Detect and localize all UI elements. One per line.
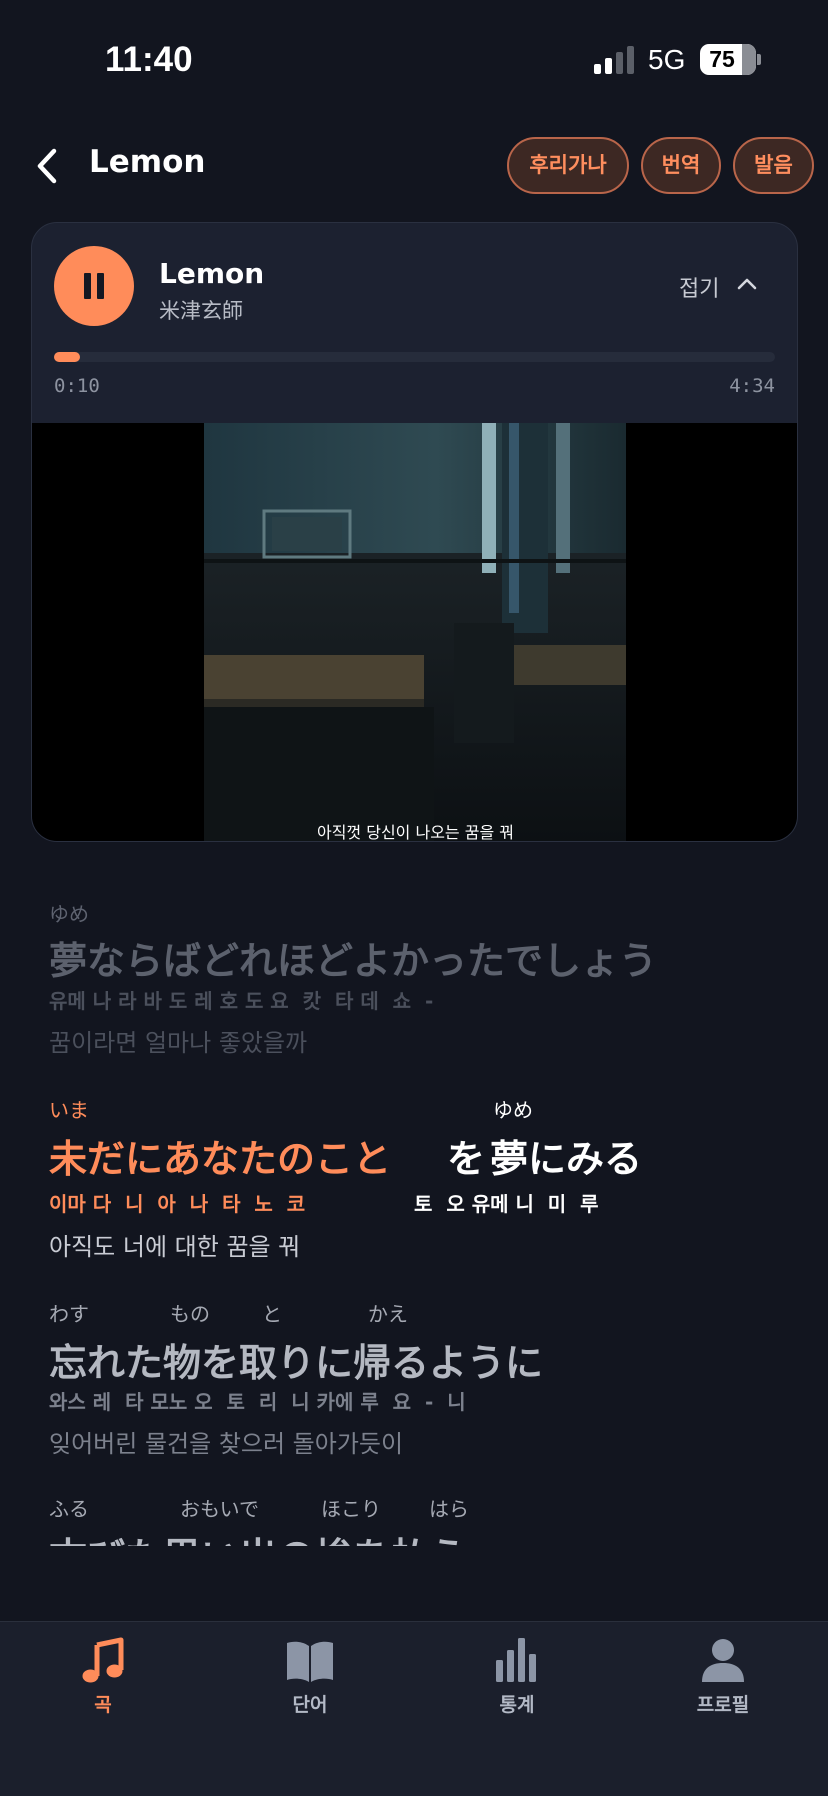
lyric-pronunciation-sung: 이마 다 니 아 나 타 노 코: [49, 1192, 306, 1216]
nav-label: 프로필: [696, 1694, 750, 1716]
lyric-pronunciation: 토 오 유메 니 미 루: [414, 1192, 599, 1216]
bar-chart-icon: [496, 1638, 536, 1682]
music-video[interactable]: 아직껏 당신이 나오는 꿈을 꿔: [32, 423, 797, 842]
nav-label: 단어: [292, 1694, 328, 1716]
furigana-text: わす: [49, 1302, 89, 1326]
lyric-japanese: 夢ならばどれほどよかったでしょう: [49, 939, 658, 983]
battery-tip: [757, 54, 761, 65]
lyric-translation: 꿈이라면 얼마나 좋았을까: [49, 1029, 308, 1057]
video-subtitle: 아직껏 당신이 나오는 꿈을 꿔: [317, 823, 514, 842]
player-card: Lemon 米津玄師 접기 0:10 4:34 아직껏 당신이 나오는 꿈을 꿔: [31, 222, 798, 842]
pause-icon: [84, 273, 91, 299]
furigana-text: ゆめ: [493, 1098, 533, 1122]
nav-label: 통계: [499, 1694, 535, 1716]
video-frame: [204, 423, 626, 841]
furigana-text: と: [262, 1302, 282, 1326]
song-artist: 米津玄師: [159, 299, 243, 323]
battery-icon: 75: [700, 44, 756, 75]
furigana-text: ほこり: [321, 1497, 381, 1521]
furigana-text: おもいで: [180, 1497, 259, 1521]
total-time: 4:34: [729, 375, 775, 397]
progress-fill: [54, 352, 80, 362]
furigana-text: いま: [49, 1098, 89, 1122]
status-time: 11:40: [105, 40, 193, 79]
pause-button[interactable]: [54, 246, 134, 326]
music-note-icon: [82, 1637, 124, 1683]
chevron-up-icon[interactable]: [736, 273, 758, 295]
song-title: Lemon: [159, 257, 265, 290]
pronunciation-toggle-button[interactable]: 발음: [733, 137, 814, 194]
furigana-text: はら: [429, 1497, 469, 1521]
lyric-translation: 잊어버린 물건을 찾으러 돌아가듯이: [49, 1430, 404, 1458]
furigana-text: もの: [170, 1302, 210, 1326]
lyric-japanese: 忘れた物を取りに帰るように: [49, 1341, 544, 1385]
lyric-translation: 아직도 너에 대한 꿈을 꿔: [49, 1233, 301, 1261]
furigana-toggle-button[interactable]: 후리가나: [507, 137, 629, 194]
lyric-pronunciation: 와스 레 타 모노 오 토 리 니 카에 루 요 - 니: [49, 1390, 466, 1414]
furigana-text: ふる: [49, 1497, 89, 1521]
battery-level: 75: [709, 46, 735, 72]
video-still-image: [204, 423, 626, 841]
back-arrow-icon[interactable]: [32, 146, 62, 186]
cellular-signal-icon: [594, 46, 634, 74]
furigana-text: かえ: [368, 1302, 408, 1326]
lyric-japanese: 古びた思い出の埃を払う: [49, 1526, 467, 1546]
book-icon: [287, 1641, 333, 1682]
progress-slider[interactable]: [54, 352, 775, 362]
person-icon: [702, 1639, 744, 1682]
network-type: 5G: [648, 44, 686, 75]
collapse-button[interactable]: 접기: [679, 271, 719, 303]
nav-label: 곡: [94, 1694, 112, 1716]
page-title: Lemon: [89, 144, 206, 180]
furigana-text: ゆめ: [49, 902, 89, 926]
pause-icon-bar: [97, 273, 104, 299]
lyric-line[interactable]: ふる おもいで ほこり はら 古びた思い出の埃を払う: [0, 1490, 828, 1546]
current-time: 0:10: [54, 375, 100, 397]
lyric-japanese-sung: 未だにあなたのこと: [49, 1137, 392, 1181]
bottom-navigation: 곡 단어 통계 프로필: [0, 1621, 828, 1796]
translation-toggle-button[interactable]: 번역: [641, 137, 721, 194]
lyric-japanese: 夢にみる: [490, 1137, 643, 1181]
lyric-japanese: を: [447, 1137, 486, 1181]
lyric-pronunciation: 유메 나 라 바 도 레 호 도 요 캇 타 데 쇼 -: [49, 989, 434, 1013]
